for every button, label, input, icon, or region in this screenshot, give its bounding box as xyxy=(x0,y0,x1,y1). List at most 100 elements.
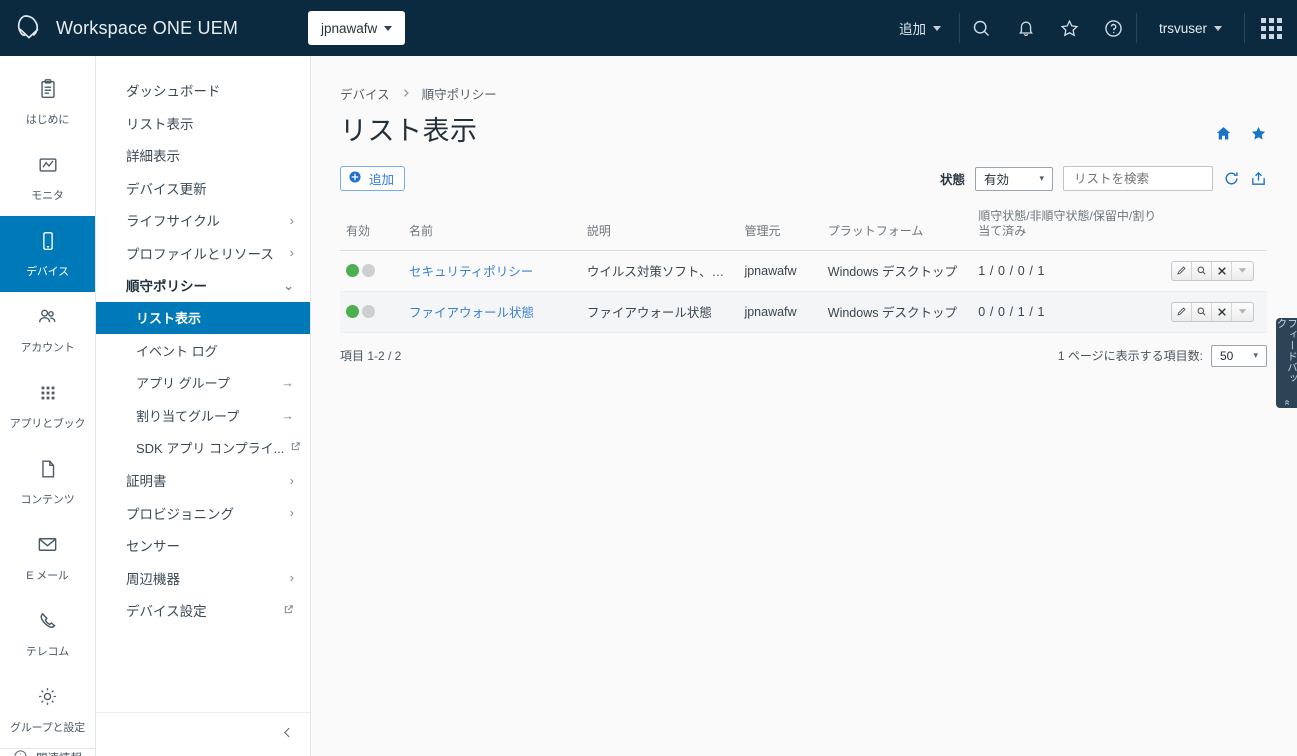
nav-item-device-settings[interactable]: デバイス設定 xyxy=(96,594,310,627)
header-add-menu[interactable]: 追加 xyxy=(881,13,959,43)
page-size-value: 50 xyxy=(1220,348,1234,363)
sidebar-item-telecom[interactable]: テレコム xyxy=(0,596,95,672)
chevron-down-icon: ▾ xyxy=(1253,350,1258,361)
secondary-nav-items: ダッシュボード リスト表示 詳細表示 デバイス更新 ライフサイクル › プロファ… xyxy=(96,56,310,712)
page-header-actions xyxy=(1215,109,1267,147)
edit-icon[interactable] xyxy=(1172,261,1193,280)
table-row[interactable]: セキュリティポリシー ウイルス対策ソフト、暗... jpnawafw Windo… xyxy=(340,250,1267,292)
nav-label: 割り当てグループ xyxy=(136,408,240,424)
cell-description: ウイルス対策ソフト、暗... xyxy=(580,250,739,292)
chevron-down-icon xyxy=(932,25,941,31)
sidebar-item-label: アプリとブック xyxy=(9,417,86,430)
nav-label: プロビジョニング xyxy=(126,506,234,522)
sidebar-collapse-button[interactable] xyxy=(96,712,310,756)
nav-label: 証明書 xyxy=(126,474,167,490)
nav-item-lifecycle[interactable]: ライフサイクル › xyxy=(96,204,310,237)
delete-icon[interactable] xyxy=(1212,261,1233,280)
home-icon[interactable] xyxy=(1215,125,1232,147)
sidebar-item-content[interactable]: コンテンツ xyxy=(0,444,95,520)
star-filled-icon[interactable] xyxy=(1250,125,1267,147)
status-toggle[interactable] xyxy=(346,264,397,278)
star-icon[interactable] xyxy=(1048,0,1092,56)
user-menu[interactable]: trsvuser xyxy=(1137,21,1244,36)
nav-label: SDK アプリ コンプライ... xyxy=(136,441,285,457)
page-title: リスト表示 xyxy=(340,116,478,146)
search-input[interactable] xyxy=(1063,166,1213,191)
product-title: Workspace ONE UEM xyxy=(56,17,239,38)
org-group-selector[interactable]: jpnawafw xyxy=(308,11,406,45)
delete-icon[interactable] xyxy=(1212,302,1233,321)
cell-managed-by: jpnawafw xyxy=(738,291,822,333)
sidebar-item-label: モニタ xyxy=(31,189,64,202)
breadcrumb-parent[interactable]: デバイス xyxy=(340,84,390,103)
sidebar-item-devices[interactable]: デバイス xyxy=(0,216,95,292)
app-grid-icon[interactable] xyxy=(1245,0,1297,56)
table-header: 有効 名前 説明 管理元 プラットフォーム 順守状態/非順守状態/保留中/割り当… xyxy=(340,205,1267,251)
nav-label: 詳細表示 xyxy=(126,149,180,165)
more-caret-icon[interactable] xyxy=(1232,262,1253,280)
nav-item-profiles-resources[interactable]: プロファイルとリソース › xyxy=(96,237,310,270)
table-row[interactable]: ファイアウォール状態 ファイアウォール状態 jpnawafw Windows デ… xyxy=(340,291,1267,333)
search-icon[interactable] xyxy=(960,0,1004,56)
sidebar-item-email[interactable]: E メール xyxy=(0,520,95,596)
nav-item-list-view[interactable]: リスト表示 xyxy=(96,107,310,140)
chevron-down-icon: ▾ xyxy=(1039,173,1044,183)
sidebar-item-accounts[interactable]: アカウント xyxy=(0,292,95,368)
breadcrumb-current[interactable]: 順守ポリシー xyxy=(422,84,497,103)
nav-item-device-updates[interactable]: デバイス更新 xyxy=(96,172,310,205)
nav-item-sdk-app-compliance[interactable]: SDK アプリ コンプライ... xyxy=(96,432,310,465)
edit-icon[interactable] xyxy=(1172,302,1193,321)
nav-label: プロファイルとリソース xyxy=(126,246,274,262)
page-size-select[interactable]: 50 ▾ xyxy=(1211,344,1267,367)
more-caret-icon[interactable] xyxy=(1232,303,1253,321)
nav-item-assignment-groups[interactable]: 割り当てグループ → xyxy=(96,399,310,432)
cell-status-counts: 0 / 0 / 1 / 1 xyxy=(972,291,1166,333)
policy-name-link[interactable]: セキュリティポリシー xyxy=(409,261,575,280)
sidebar-item-groups-settings[interactable]: グループと設定 xyxy=(0,672,95,748)
rail-items: はじめに モニタ デバイス アカウント アプリとブック コンテンツ E メール … xyxy=(0,56,95,748)
bell-icon[interactable] xyxy=(1004,0,1048,56)
sidebar-item-apps-books[interactable]: アプリとブック xyxy=(0,368,95,444)
policy-name-link[interactable]: ファイアウォール状態 xyxy=(409,302,575,321)
table-footer: 項目 1-2 / 2 1 ページに表示する項目数: 50 ▾ xyxy=(311,333,1297,367)
nav-item-certificates[interactable]: 証明書 › xyxy=(96,464,310,497)
sidebar-item-label: コンテンツ xyxy=(20,493,75,506)
sidebar-item-related-info[interactable]: 関連情報 xyxy=(0,748,95,756)
column-status-counts: 順守状態/非順守状態/保留中/割り当て済み xyxy=(972,205,1166,251)
nav-item-dashboard[interactable]: ダッシュボード xyxy=(96,74,310,107)
sidebar-item-getting-started[interactable]: はじめに xyxy=(0,64,95,140)
nav-item-compliance-policies[interactable]: 順守ポリシー ⌄ xyxy=(96,269,310,302)
primary-icon-sidebar: はじめに モニタ デバイス アカウント アプリとブック コンテンツ E メール … xyxy=(0,56,96,756)
cell-actions xyxy=(1165,250,1267,292)
cell-actions xyxy=(1165,291,1267,333)
item-range-label: 項目 1-2 / 2 xyxy=(340,349,402,364)
nav-item-event-log[interactable]: イベント ログ xyxy=(96,334,310,367)
page-header: リスト表示 xyxy=(311,103,1297,148)
nav-item-app-groups[interactable]: アプリ グループ → xyxy=(96,367,310,400)
search-icon[interactable] xyxy=(1192,302,1213,321)
nav-item-compliance-list-view[interactable]: リスト表示 xyxy=(96,301,310,334)
nav-item-detail-view[interactable]: 詳細表示 xyxy=(96,139,310,172)
search-icon[interactable] xyxy=(1192,261,1213,280)
feedback-tab[interactable]: フィードバック « xyxy=(1276,318,1297,408)
chevron-down-icon: ⌄ xyxy=(283,277,294,293)
arrow-right-icon: → xyxy=(281,407,294,423)
feedback-tab-label: フィードバック xyxy=(1275,318,1297,384)
plus-circle-icon xyxy=(348,170,362,187)
nav-item-sensors[interactable]: センサー xyxy=(96,529,310,562)
nav-item-peripherals[interactable]: 周辺機器 › xyxy=(96,562,310,595)
header-add-label: 追加 xyxy=(898,22,926,37)
arrow-right-icon: → xyxy=(281,375,294,391)
column-platform: プラットフォーム xyxy=(821,205,973,251)
sidebar-item-label: グループと設定 xyxy=(10,722,85,734)
export-icon[interactable] xyxy=(1250,170,1267,187)
status-toggle[interactable] xyxy=(346,305,397,319)
help-icon[interactable] xyxy=(1092,0,1136,56)
cell-platform: Windows デスクトップ xyxy=(821,250,973,292)
sidebar-item-monitor[interactable]: モニタ xyxy=(0,140,95,216)
nav-item-provisioning[interactable]: プロビジョニング › xyxy=(96,497,310,530)
state-filter-select[interactable]: 有効 ▾ xyxy=(975,166,1053,191)
add-button[interactable]: 追加 xyxy=(340,166,406,191)
header-actions: 追加 trsvuser xyxy=(881,0,1297,56)
refresh-icon[interactable] xyxy=(1223,170,1240,187)
